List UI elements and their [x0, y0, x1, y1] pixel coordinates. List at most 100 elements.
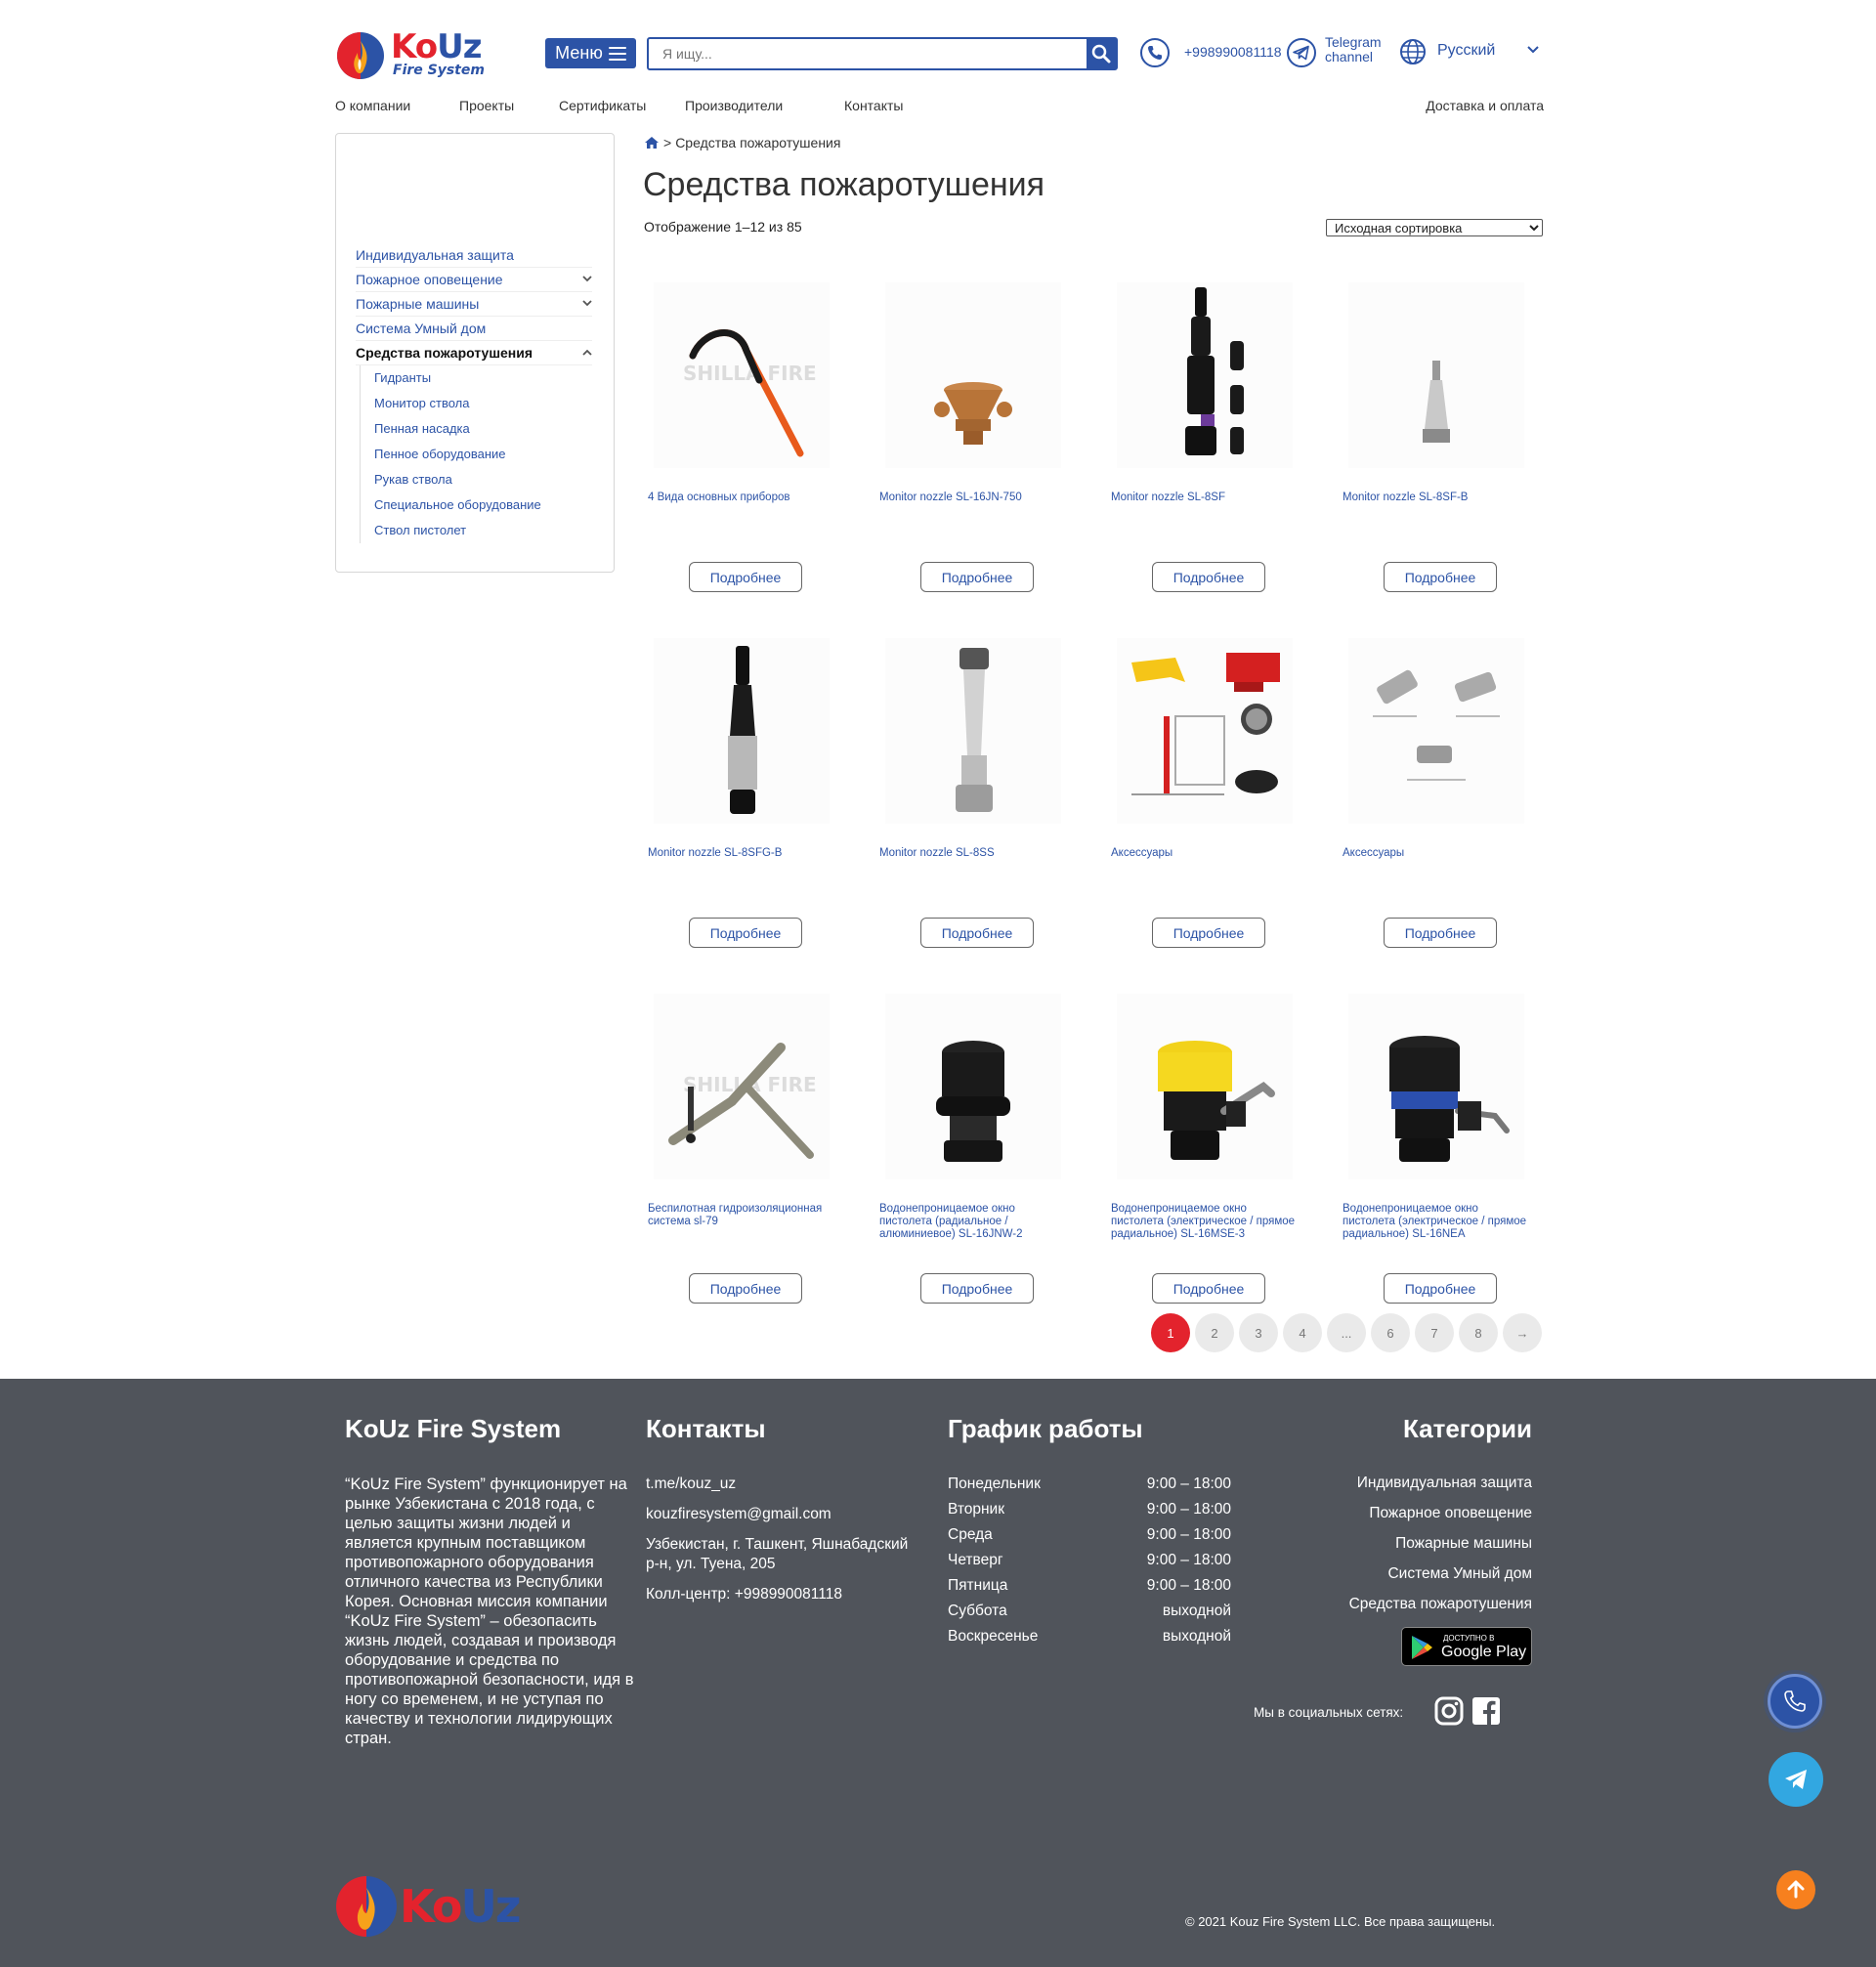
product-image[interactable]	[1348, 638, 1524, 824]
product-title[interactable]: Monitor nozzle SL-8SS	[879, 847, 1071, 860]
details-button[interactable]: Подробнее	[920, 562, 1034, 592]
product-image[interactable]	[1117, 638, 1293, 824]
sidebar-subcategory[interactable]: Пенная насадка	[374, 416, 592, 442]
home-icon[interactable]	[644, 136, 660, 150]
product-title[interactable]: Monitor nozzle SL-8SFG-B	[648, 847, 839, 860]
product-card[interactable]: Monitor nozzle SL-8SF Подробнее	[1107, 269, 1302, 601]
phone-icon[interactable]	[1139, 37, 1171, 68]
product-card[interactable]: Аксессуары Подробнее	[1339, 624, 1534, 957]
sidebar-category-active[interactable]: Средства пожаротушения	[356, 341, 592, 365]
page-button[interactable]: 2	[1195, 1313, 1234, 1352]
page-button[interactable]: 4	[1283, 1313, 1322, 1352]
footer-telegram-link[interactable]: t.me/kouz_uz	[646, 1475, 910, 1494]
sidebar-subcategory[interactable]: Монитор ствола	[374, 391, 592, 416]
details-button[interactable]: Подробнее	[1384, 918, 1497, 948]
product-title[interactable]: Водонепроницаемое окно пистолета (электр…	[1343, 1203, 1534, 1241]
product-card[interactable]: Monitor nozzle SL-8SF-B Подробнее	[1339, 269, 1534, 601]
product-image[interactable]: SHILLA FIRE	[654, 282, 830, 468]
chevron-down-icon[interactable]	[582, 276, 592, 282]
product-title[interactable]: Водонепроницаемое окно пистолета (радиал…	[879, 1203, 1071, 1241]
sidebar-subcategory[interactable]: Пенное оборудование	[374, 442, 592, 467]
header-phone-link[interactable]: +998990081118	[1184, 44, 1282, 60]
instagram-icon[interactable]	[1434, 1696, 1464, 1726]
footer-logo[interactable]: KoUz	[335, 1873, 531, 1943]
details-button[interactable]: Подробнее	[1152, 562, 1265, 592]
nav-item-contacts[interactable]: Контакты	[844, 98, 903, 113]
product-title[interactable]: Monitor nozzle SL-8SF	[1111, 492, 1302, 504]
details-button[interactable]: Подробнее	[1152, 1273, 1265, 1304]
product-card[interactable]: SHILLA FIRE 4 Вида основных приборов Под…	[644, 269, 839, 601]
site-logo[interactable]: KoUz Fire System	[336, 27, 490, 82]
product-image[interactable]	[1348, 282, 1524, 468]
product-image[interactable]	[885, 638, 1061, 824]
scroll-top-button[interactable]	[1776, 1870, 1815, 1909]
chevron-down-icon[interactable]	[582, 300, 592, 307]
product-title[interactable]: Аксессуары	[1343, 847, 1534, 860]
product-image[interactable]	[1117, 994, 1293, 1179]
product-card[interactable]: Водонепроницаемое окно пистолета (электр…	[1107, 980, 1302, 1312]
nav-item-delivery[interactable]: Доставка и оплата	[1426, 98, 1544, 113]
telegram-icon[interactable]	[1286, 37, 1317, 68]
sort-select[interactable]: Исходная сортировка	[1326, 219, 1543, 236]
product-image[interactable]: SHILLA FIRE	[654, 994, 830, 1179]
page-button[interactable]: 7	[1415, 1313, 1454, 1352]
page-button-current[interactable]: 1	[1151, 1313, 1190, 1352]
product-image[interactable]	[1117, 282, 1293, 468]
product-card[interactable]: Аксессуары Подробнее	[1107, 624, 1302, 957]
menu-button[interactable]: Меню	[545, 38, 636, 68]
details-button[interactable]: Подробнее	[920, 918, 1034, 948]
sidebar-category[interactable]: Система Умный дом	[356, 317, 592, 341]
search-input[interactable]	[649, 39, 1087, 68]
details-button[interactable]: Подробнее	[689, 1273, 802, 1304]
nav-item-about[interactable]: О компании	[335, 98, 410, 113]
next-page-button[interactable]: →	[1503, 1313, 1542, 1352]
product-title[interactable]: Monitor nozzle SL-16JN-750	[879, 492, 1071, 504]
sidebar-subcategory[interactable]: Ствол пистолет	[374, 518, 592, 543]
details-button[interactable]: Подробнее	[689, 562, 802, 592]
product-card[interactable]: Monitor nozzle SL-16JN-750 Подробнее	[875, 269, 1071, 601]
call-float-button[interactable]	[1768, 1674, 1822, 1729]
sidebar-category[interactable]: Пожарные машины	[356, 292, 592, 317]
telegram-float-button[interactable]	[1769, 1752, 1823, 1807]
sidebar-category[interactable]: Индивидуальная защита	[356, 243, 592, 268]
product-title[interactable]: Аксессуары	[1111, 847, 1302, 860]
details-button[interactable]: Подробнее	[1384, 562, 1497, 592]
details-button[interactable]: Подробнее	[1384, 1273, 1497, 1304]
footer-category-link[interactable]: Пожарные машины	[1349, 1535, 1532, 1565]
details-button[interactable]: Подробнее	[1152, 918, 1265, 948]
product-image[interactable]	[1348, 994, 1524, 1179]
details-button[interactable]: Подробнее	[689, 918, 802, 948]
product-title[interactable]: 4 Вида основных приборов	[648, 492, 839, 504]
product-card[interactable]: SHILLA FIRE Беспилотная гидроизоляционна…	[644, 980, 839, 1312]
language-selector[interactable]: Русский	[1437, 42, 1495, 60]
nav-item-manufacturers[interactable]: Производители	[685, 98, 783, 113]
page-button[interactable]: 8	[1459, 1313, 1498, 1352]
page-button[interactable]: 3	[1239, 1313, 1278, 1352]
nav-item-projects[interactable]: Проекты	[459, 98, 514, 113]
product-card[interactable]: Monitor nozzle SL-8SS Подробнее	[875, 624, 1071, 957]
footer-category-link[interactable]: Индивидуальная защита	[1349, 1475, 1532, 1505]
facebook-icon[interactable]	[1471, 1696, 1501, 1726]
page-button[interactable]: 6	[1371, 1313, 1410, 1352]
footer-email-link[interactable]: kouzfiresystem@gmail.com	[646, 1505, 910, 1524]
sidebar-subcategory[interactable]: Гидранты	[374, 365, 592, 391]
sidebar-category[interactable]: Пожарное оповещение	[356, 268, 592, 292]
sidebar-subcategory[interactable]: Рукав ствола	[374, 467, 592, 492]
product-image[interactable]	[885, 282, 1061, 468]
footer-category-link[interactable]: Пожарное оповещение	[1349, 1505, 1532, 1535]
footer-category-link[interactable]: Система Умный дом	[1349, 1565, 1532, 1596]
footer-category-link[interactable]: Средства пожаротушения	[1349, 1596, 1532, 1626]
telegram-channel-link[interactable]: Telegram channel	[1325, 35, 1382, 64]
chevron-up-icon[interactable]	[582, 349, 592, 356]
nav-item-certificates[interactable]: Сертификаты	[559, 98, 646, 113]
product-card[interactable]: Monitor nozzle SL-8SFG-B Подробнее	[644, 624, 839, 957]
product-title[interactable]: Беспилотная гидроизоляционная система sl…	[648, 1203, 839, 1228]
product-image[interactable]	[885, 994, 1061, 1179]
product-image[interactable]	[654, 638, 830, 824]
details-button[interactable]: Подробнее	[920, 1273, 1034, 1304]
chevron-down-icon[interactable]	[1527, 46, 1539, 54]
sidebar-subcategory[interactable]: Специальное оборудование	[374, 492, 592, 518]
product-title[interactable]: Водонепроницаемое окно пистолета (электр…	[1111, 1203, 1302, 1241]
product-title[interactable]: Monitor nozzle SL-8SF-B	[1343, 492, 1534, 504]
product-card[interactable]: Водонепроницаемое окно пистолета (электр…	[1339, 980, 1534, 1312]
